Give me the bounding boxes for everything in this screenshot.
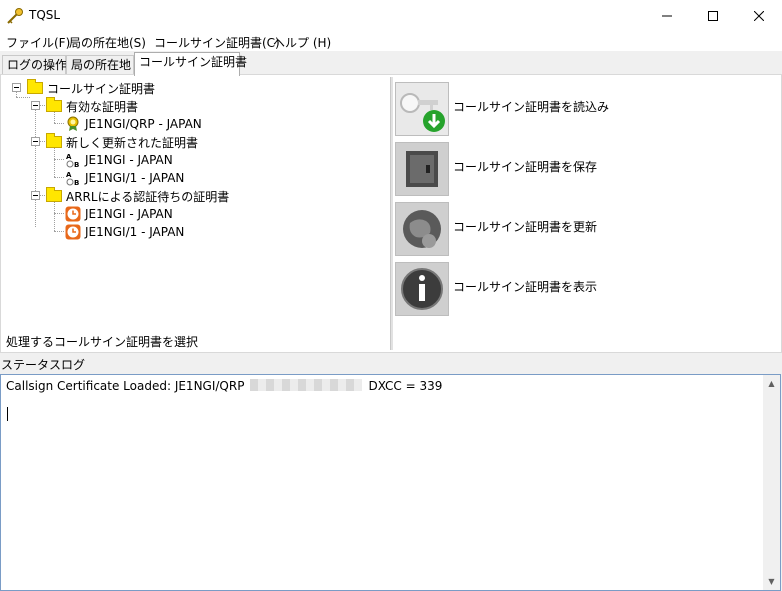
certificate-badge-icon — [67, 116, 79, 131]
tree-group-label: 有効な証明書 — [66, 99, 139, 114]
menu-file[interactable]: ファイル(F) — [6, 34, 70, 51]
save-certificate-button[interactable] — [395, 142, 449, 196]
tree-root-label: コールサイン証明書 — [47, 81, 156, 96]
save-certificate-action[interactable]: コールサイン証明書を保存 — [395, 142, 782, 196]
tab-station-location[interactable]: 局の所在地 — [66, 55, 134, 75]
selection-prompt: 処理するコールサイン証明書を選択 — [6, 335, 199, 349]
load-certificate-action[interactable]: コールサイン証明書を読込み — [395, 82, 782, 136]
renew-certificate-action[interactable]: コールサイン証明書を更新 — [395, 202, 782, 256]
log-line-suffix: DXCC = 339 — [368, 379, 443, 393]
load-certificate-label: コールサイン証明書を読込み — [453, 100, 610, 114]
info-icon — [396, 263, 448, 315]
collapse-toggle[interactable] — [31, 101, 40, 110]
close-button[interactable] — [736, 0, 782, 31]
tree-item-label: JE1NGI/1 - JAPAN — [85, 171, 185, 185]
folder-icon — [46, 187, 62, 202]
tab-log-operations[interactable]: ログの操作 — [2, 55, 67, 75]
title-bar: TQSL — [0, 0, 782, 31]
tree-item-certificate[interactable]: JE1NGI/1 - JAPAN — [65, 223, 184, 241]
status-log[interactable]: Callsign Certificate Loaded: JE1NGI/QRP D… — [0, 374, 781, 591]
tree-group-valid[interactable]: 有効な証明書 — [46, 97, 138, 115]
key-icon — [7, 8, 23, 24]
tree-line — [54, 123, 64, 124]
scroll-down-icon[interactable]: ▼ — [763, 573, 780, 590]
display-certificate-action[interactable]: コールサイン証明書を表示 — [395, 262, 782, 316]
collapse-toggle[interactable] — [31, 191, 40, 200]
renew-certificate-label: コールサイン証明書を更新 — [453, 220, 598, 234]
safe-icon — [396, 143, 448, 195]
status-log-heading: ステータスログ — [1, 358, 86, 372]
tree-item-certificate[interactable]: JE1NGI - JAPAN — [65, 205, 173, 223]
menu-station-location[interactable]: 局の所在地(S) — [69, 34, 146, 51]
pane-splitter[interactable] — [390, 77, 393, 350]
menu-help[interactable]: ヘルプ (H) — [273, 34, 331, 51]
tree-line — [54, 213, 64, 214]
tree-item-certificate[interactable]: A B JE1NGI - JAPAN — [65, 151, 173, 169]
tree-line — [35, 107, 36, 227]
tree-line — [54, 177, 64, 178]
tree-item-label: JE1NGI/1 - JAPAN — [85, 225, 185, 239]
load-certificate-button[interactable] — [395, 82, 449, 136]
renew-certificate-button[interactable] — [395, 202, 449, 256]
tree-group-label: 新しく更新された証明書 — [66, 135, 199, 150]
menu-bar: ファイル(F) 局の所在地(S) コールサイン証明書(C) ヘルプ (H) — [0, 31, 782, 51]
menu-callsign-certificate[interactable]: コールサイン証明書(C) — [154, 34, 280, 51]
minimize-icon — [662, 15, 672, 16]
certificate-panel: コールサイン証明書 有効な証明書 JE1NGI/QRP - JAPAN 新しく更… — [0, 74, 782, 353]
certificate-tree[interactable]: コールサイン証明書 有効な証明書 JE1NGI/QRP - JAPAN 新しく更… — [1, 75, 390, 352]
collapse-toggle[interactable] — [31, 137, 40, 146]
collapse-toggle[interactable] — [12, 83, 21, 92]
tree-line — [54, 231, 64, 232]
svg-text:A: A — [66, 153, 72, 161]
log-scrollbar[interactable]: ▲ ▼ — [763, 375, 780, 590]
window-title: TQSL — [29, 8, 61, 22]
log-line-prefix: Callsign Certificate Loaded: JE1NGI/QRP — [6, 379, 245, 393]
clock-icon — [65, 206, 81, 222]
tree-item-label: JE1NGI - JAPAN — [85, 207, 173, 221]
text-caret — [7, 407, 8, 421]
scroll-up-icon[interactable]: ▲ — [763, 375, 780, 392]
folder-icon — [27, 79, 43, 94]
tree-item-label: JE1NGI - JAPAN — [85, 153, 173, 167]
redacted-text — [250, 379, 363, 391]
maximize-button[interactable] — [690, 0, 736, 31]
tab-callsign-certificates[interactable]: コールサイン証明書 — [134, 52, 247, 76]
maximize-icon — [708, 10, 718, 21]
svg-text:B: B — [74, 161, 79, 168]
pending-certificate-icon: A B — [66, 153, 79, 168]
tree-item-label: JE1NGI/QRP - JAPAN — [85, 117, 202, 131]
tree-group-awaiting[interactable]: ARRLによる認証待ちの証明書 — [46, 187, 229, 205]
folder-icon — [46, 97, 62, 112]
tree-root[interactable]: コールサイン証明書 — [27, 79, 155, 97]
minimize-button[interactable] — [644, 0, 690, 31]
clock-icon — [65, 224, 81, 240]
close-icon — [754, 10, 764, 21]
log-line: Callsign Certificate Loaded: JE1NGI/QRP D… — [6, 379, 442, 393]
display-certificate-label: コールサイン証明書を表示 — [453, 280, 598, 294]
pending-certificate-icon: A B — [66, 171, 79, 186]
tree-item-certificate[interactable]: A B JE1NGI/1 - JAPAN — [65, 169, 184, 187]
tree-line — [54, 159, 64, 160]
save-certificate-label: コールサイン証明書を保存 — [453, 160, 598, 174]
svg-text:B: B — [74, 179, 79, 186]
tree-item-certificate[interactable]: JE1NGI/QRP - JAPAN — [65, 115, 202, 133]
globe-icon — [396, 203, 448, 255]
folder-icon — [46, 133, 62, 148]
tree-group-label: ARRLによる認証待ちの証明書 — [66, 189, 230, 204]
svg-text:A: A — [66, 171, 72, 179]
tab-bar: ログの操作 局の所在地 コールサイン証明書 — [0, 51, 782, 76]
tree-line — [16, 97, 30, 98]
tree-group-renewed[interactable]: 新しく更新された証明書 — [46, 133, 198, 151]
key-download-icon — [396, 83, 448, 135]
display-certificate-button[interactable] — [395, 262, 449, 316]
